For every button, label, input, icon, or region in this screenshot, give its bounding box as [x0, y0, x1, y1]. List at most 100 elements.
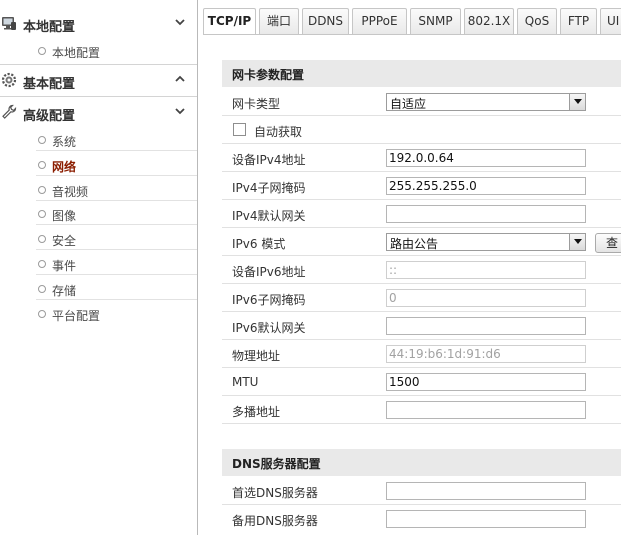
sidebar-section-label: 本地配置	[23, 20, 76, 35]
sidebar: 本地配置 本地配置 基本配置 高级配置 系统 网络 音视频 图像 安全 事件 存…	[0, 0, 197, 535]
row-ipv6-address: 设备IPv6地址	[222, 256, 621, 284]
chevron-up-icon[interactable]	[174, 73, 186, 85]
ipv4-gateway-label: IPv4默认网关	[232, 209, 306, 223]
multicast-input[interactable]	[386, 401, 586, 419]
tab-ui[interactable]: UI	[600, 8, 621, 34]
sidebar-item-label: 事件	[52, 259, 77, 273]
sidebar-item-label: 本地配置	[52, 46, 101, 60]
ipv6-address-input[interactable]	[386, 261, 586, 279]
sidebar-item-audio-video[interactable]: 音视频	[36, 179, 197, 201]
sidebar-item-event[interactable]: 事件	[36, 253, 197, 275]
section-title: DNS服务器配置	[232, 457, 321, 471]
section-title: 网卡参数配置	[232, 68, 305, 82]
bullet-icon	[38, 235, 46, 243]
sidebar-item-label: 系统	[52, 135, 77, 149]
row-nic-type: 网卡类型 自适应	[222, 88, 621, 116]
nic-type-value: 自适应	[390, 97, 427, 111]
ipv4-mask-input[interactable]	[386, 177, 586, 195]
ipv6-gateway-input[interactable]	[386, 317, 586, 335]
tab-underline	[203, 34, 621, 35]
multicast-label: 多播地址	[232, 405, 281, 419]
tab-ddns[interactable]: DDNS	[302, 8, 349, 34]
bullet-icon	[38, 260, 46, 268]
alternate-dns-label: 备用DNS服务器	[232, 514, 318, 528]
tab-snmp[interactable]: SNMP	[410, 8, 461, 34]
ipv6-address-label: 设备IPv6地址	[232, 265, 306, 279]
tab-8021x[interactable]: 802.1X	[464, 8, 514, 34]
row-multicast: 多播地址	[222, 396, 621, 424]
dropdown-arrow-icon[interactable]	[569, 94, 585, 110]
ipv6-mode-label: IPv6 模式	[232, 237, 286, 251]
dropdown-arrow-icon[interactable]	[569, 234, 585, 250]
sidebar-section-local-config[interactable]: 本地配置	[0, 8, 197, 38]
tab-pppoe[interactable]: PPPoE	[352, 8, 407, 34]
row-ipv6-mask: IPv6子网掩码	[222, 284, 621, 312]
row-mtu: MTU	[222, 368, 621, 396]
ipv6-view-button[interactable]: 查	[595, 233, 621, 253]
row-alternate-dns: 备用DNS服务器	[222, 505, 621, 533]
row-ipv6-mode: IPv6 模式 路由公告 查	[222, 228, 621, 256]
row-mac-address: 物理地址	[222, 340, 621, 368]
sidebar-section-label: 高级配置	[23, 109, 76, 124]
tab-qos[interactable]: QoS	[517, 8, 557, 34]
section-header-dns: DNS服务器配置	[222, 449, 621, 476]
sidebar-item-label: 音视频	[52, 185, 89, 199]
ipv4-address-input[interactable]	[386, 149, 586, 167]
sidebar-item-system[interactable]: 系统	[36, 129, 197, 151]
tab-bar: TCP/IP 端口 DDNS PPPoE SNMP 802.1X QoS FTP…	[203, 8, 621, 35]
mac-address-label: 物理地址	[232, 349, 281, 363]
tab-port[interactable]: 端口	[259, 8, 299, 34]
sidebar-item-network[interactable]: 网络	[36, 154, 197, 176]
mtu-input[interactable]	[386, 373, 586, 391]
sidebar-item-label: 存储	[52, 284, 77, 298]
ipv6-gateway-label: IPv6默认网关	[232, 321, 306, 335]
sidebar-item-local-config[interactable]: 本地配置	[36, 40, 197, 62]
nic-type-label: 网卡类型	[232, 97, 281, 111]
row-ipv4-gateway: IPv4默认网关	[222, 200, 621, 228]
bullet-icon	[38, 210, 46, 218]
chevron-down-icon[interactable]	[174, 16, 186, 28]
sidebar-item-security[interactable]: 安全	[36, 228, 197, 250]
row-ipv4-address: 设备IPv4地址	[222, 144, 621, 172]
sidebar-item-platform-config[interactable]: 平台配置	[36, 303, 197, 325]
row-ipv4-mask: IPv4子网掩码	[222, 172, 621, 200]
bullet-icon	[38, 186, 46, 194]
ipv4-address-label: 设备IPv4地址	[232, 153, 306, 167]
preferred-dns-input[interactable]	[386, 482, 586, 500]
sidebar-section-basic-config[interactable]: 基本配置	[0, 65, 197, 95]
bullet-icon	[38, 47, 46, 55]
ipv6-mask-input[interactable]	[386, 289, 586, 307]
row-ipv6-gateway: IPv6默认网关	[222, 312, 621, 340]
sidebar-item-storage[interactable]: 存储	[36, 278, 197, 300]
tab-ftp[interactable]: FTP	[560, 8, 597, 34]
sidebar-item-image[interactable]: 图像	[36, 203, 197, 225]
alternate-dns-input[interactable]	[386, 510, 586, 528]
mac-address-input	[386, 345, 586, 363]
chevron-down-icon[interactable]	[174, 105, 186, 117]
bullet-icon	[38, 310, 46, 318]
sidebar-item-label: 安全	[52, 234, 77, 248]
section-header-nic: 网卡参数配置	[222, 60, 621, 87]
dhcp-label: 自动获取	[254, 125, 303, 139]
gears-icon	[1, 72, 17, 88]
dhcp-checkbox[interactable]	[233, 123, 246, 136]
sidebar-item-label: 平台配置	[52, 309, 101, 323]
nic-type-select[interactable]: 自适应	[386, 93, 586, 111]
sidebar-section-advanced-config[interactable]: 高级配置	[0, 97, 197, 127]
sidebar-item-label: 网络	[52, 160, 77, 174]
ipv6-mode-select[interactable]: 路由公告	[386, 233, 586, 251]
sidebar-section-label: 基本配置	[23, 77, 76, 92]
tab-tcp-ip[interactable]: TCP/IP	[203, 8, 256, 35]
wrench-icon	[1, 104, 17, 120]
ipv4-mask-label: IPv4子网掩码	[232, 181, 306, 195]
monitor-icon	[1, 15, 17, 31]
ipv6-mode-value: 路由公告	[390, 237, 439, 251]
preferred-dns-label: 首选DNS服务器	[232, 486, 318, 500]
ipv4-gateway-input[interactable]	[386, 205, 586, 223]
bullet-icon	[38, 136, 46, 144]
bullet-icon	[38, 285, 46, 293]
mtu-label: MTU	[232, 375, 259, 389]
sidebar-item-label: 图像	[52, 209, 77, 223]
row-preferred-dns: 首选DNS服务器	[222, 477, 621, 505]
sidebar-border	[197, 0, 198, 535]
